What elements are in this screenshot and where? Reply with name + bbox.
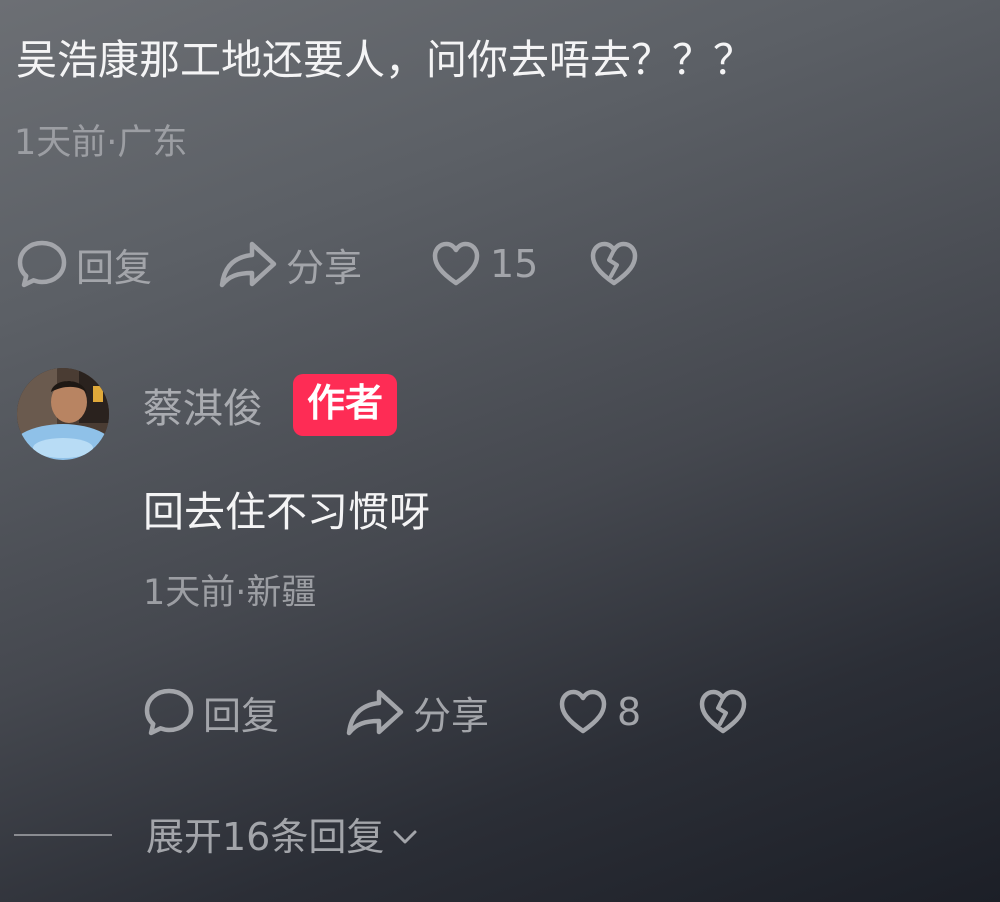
broken-heart-icon	[699, 689, 747, 734]
like-button[interactable]: 15	[430, 238, 588, 290]
reply-label: 回复	[76, 245, 153, 290]
comment-actions: 回复 分享 15	[16, 236, 640, 292]
comment-meta: 1天前·广东	[14, 123, 188, 163]
heart-outline-icon	[559, 689, 607, 734]
avatar[interactable]	[17, 368, 109, 460]
comment-bubble-icon	[17, 240, 67, 288]
like-count: 15	[490, 242, 539, 286]
expand-divider	[14, 834, 112, 836]
share-label: 分享	[286, 245, 363, 290]
dislike-button[interactable]	[697, 686, 749, 738]
like-count: 8	[617, 690, 642, 734]
expand-replies-label: 展开16条回复	[146, 815, 385, 859]
share-label: 分享	[413, 693, 490, 738]
dislike-button[interactable]	[588, 238, 640, 290]
comment-bubble-icon	[144, 688, 194, 736]
share-button[interactable]: 分享	[345, 685, 557, 740]
author-badge: 作者	[293, 374, 398, 436]
author-username[interactable]: 蔡淇俊	[143, 376, 263, 434]
share-button[interactable]: 分享	[218, 237, 430, 292]
author-row: 蔡淇俊 作者	[143, 372, 398, 438]
comment-text: 吴浩康那工地还要人，问你去唔去？？？	[16, 36, 754, 84]
like-button[interactable]: 8	[557, 686, 697, 738]
expand-replies-button[interactable]: 展开16条回复	[146, 812, 420, 862]
reply-label: 回复	[203, 693, 280, 738]
broken-heart-icon	[590, 241, 638, 286]
reply-button[interactable]: 回复	[143, 685, 345, 740]
share-arrow-icon	[219, 241, 277, 288]
reply-button[interactable]: 回复	[16, 237, 218, 292]
share-arrow-icon	[346, 689, 404, 736]
reply-text: 回去住不习惯呀	[143, 488, 430, 536]
chevron-down-icon	[393, 830, 417, 844]
reply-actions: 回复 分享 8	[143, 684, 749, 740]
avatar-image	[17, 368, 109, 460]
reply-meta: 1天前·新疆	[143, 573, 317, 613]
heart-outline-icon	[432, 241, 480, 286]
